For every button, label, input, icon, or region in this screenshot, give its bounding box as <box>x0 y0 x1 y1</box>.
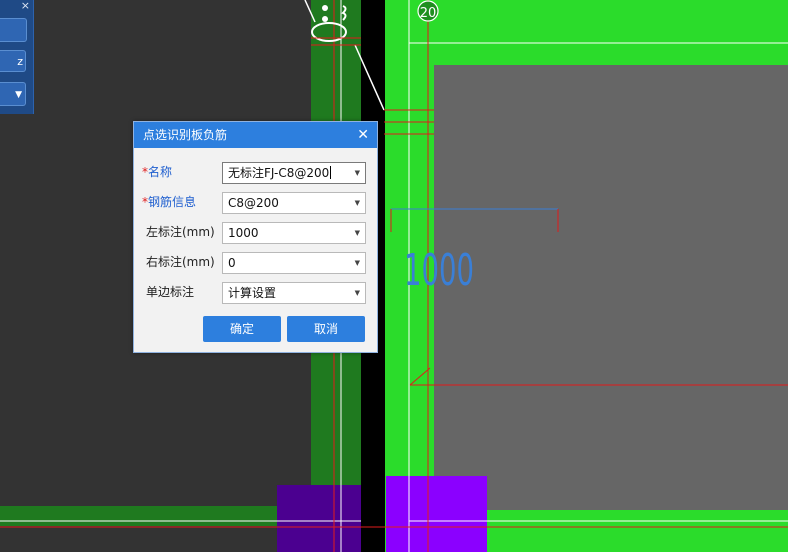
rebar-info-label: *钢筋信息 <box>142 195 197 209</box>
ok-button[interactable]: 确定 <box>203 316 281 342</box>
side-panel-close-icon[interactable]: × <box>21 0 30 12</box>
name-combo[interactable]: 无标注FJ-C8@200 ▼ <box>222 162 366 184</box>
chevron-down-icon[interactable]: ▼ <box>355 163 360 183</box>
chevron-down-icon[interactable]: ▼ <box>355 253 360 273</box>
column-dark-purple <box>277 485 361 552</box>
chevron-down-icon[interactable]: ▼ <box>355 193 360 213</box>
single-side-value: 计算设置 <box>228 286 277 300</box>
rebar-info-value: C8@200 <box>228 196 279 210</box>
right-dimension-combo[interactable]: 0 ▼ <box>222 252 366 274</box>
name-value: 无标注FJ-C8@200 <box>228 166 332 180</box>
text-caret <box>330 166 332 179</box>
left-dimension-value: 1000 <box>228 226 259 240</box>
cancel-button[interactable]: 取消 <box>287 316 365 342</box>
dialog-title-bar[interactable]: 点选识别板负筋 ✕ <box>134 122 377 148</box>
column-purple <box>386 476 487 552</box>
left-dimension-label: 左标注(mm) <box>146 225 215 239</box>
side-panel: × z ▼ <box>0 0 34 114</box>
side-panel-dropdown-icon[interactable]: ▼ <box>0 82 26 106</box>
name-label: *名称 <box>142 165 173 179</box>
slab-region <box>434 65 788 510</box>
rebar-info-combo[interactable]: C8@200 ▼ <box>222 192 366 214</box>
chevron-down-icon[interactable]: ▼ <box>355 223 360 243</box>
single-side-combo[interactable]: 计算设置 ▼ <box>222 282 366 304</box>
side-panel-button-1[interactable] <box>0 18 27 42</box>
dialog-title: 点选识别板负筋 <box>143 128 228 142</box>
single-side-label: 单边标注 <box>146 285 195 299</box>
left-dimension-combo[interactable]: 1000 ▼ <box>222 222 366 244</box>
right-dimension-value: 0 <box>228 256 236 270</box>
wall-mark-1 <box>322 5 328 11</box>
close-icon[interactable]: ✕ <box>357 122 369 148</box>
chevron-down-icon[interactable]: ▼ <box>355 283 360 303</box>
dimension-text: 1000 <box>404 245 474 296</box>
side-panel-button-2[interactable]: z <box>0 50 26 72</box>
recognize-negative-rebar-dialog: 点选识别板负筋 ✕ *名称 无标注FJ-C8@200 ▼ *钢筋信息 C8@20… <box>133 121 378 353</box>
right-dimension-label: 右标注(mm) <box>146 255 215 269</box>
cad-canvas[interactable]: 1000 20 <box>0 0 788 552</box>
axis-label: 20 <box>420 6 437 21</box>
wall-mark-2 <box>322 16 328 22</box>
